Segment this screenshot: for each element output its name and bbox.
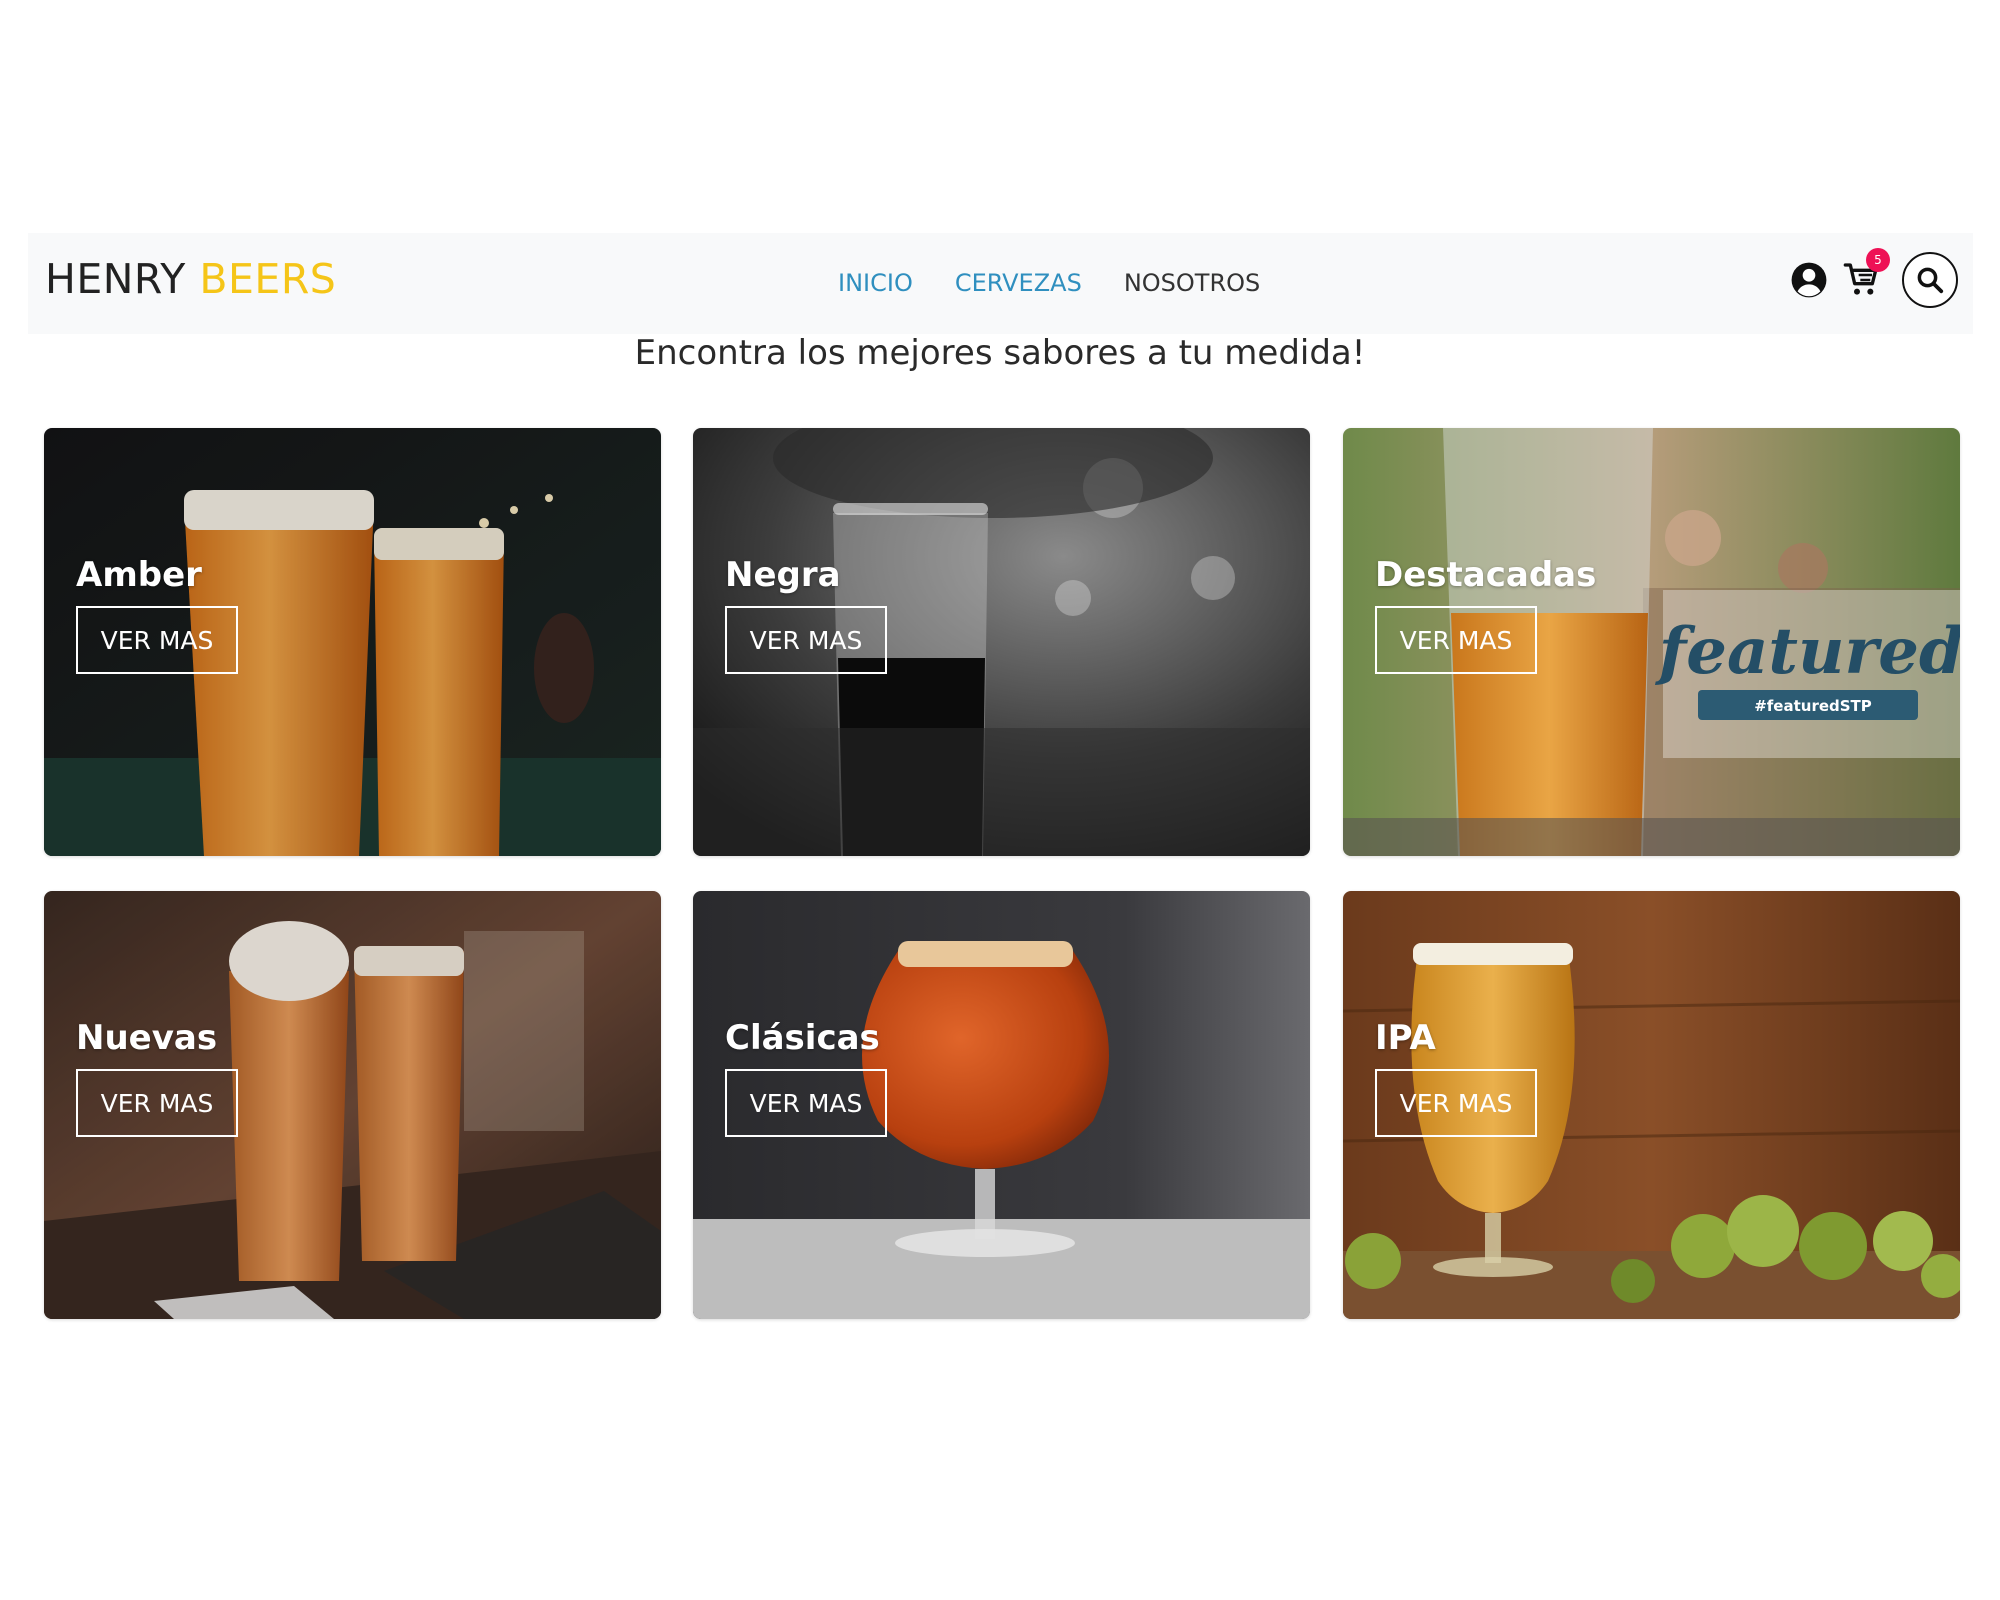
- brand-name-part2: BEERS: [199, 255, 337, 303]
- ver-mas-button-nuevas[interactable]: VER MAS: [76, 1069, 238, 1137]
- brand-name-part1: HENRY: [45, 255, 186, 303]
- cart-button[interactable]: 5: [1842, 248, 1890, 300]
- featured-watermark-subtext: #featuredSTP: [1754, 697, 1872, 715]
- ver-mas-button-ipa[interactable]: VER MAS: [1375, 1069, 1537, 1137]
- ver-mas-button-clasicas[interactable]: VER MAS: [725, 1069, 887, 1137]
- user-circle-icon: [1791, 262, 1827, 298]
- brand-logo[interactable]: HENRY BEERS: [45, 255, 336, 303]
- page-headline: Encontra los mejores sabores a tu medida…: [634, 333, 1366, 373]
- nav-links: INICIO CERVEZAS NOSOTROS: [838, 269, 1260, 297]
- page: HENRY BEERS INICIO CERVEZAS NOSOTROS 5 E…: [0, 0, 2000, 1600]
- nav-icons: 5: [1790, 248, 1958, 308]
- category-card-nuevas[interactable]: Nuevas VER MAS: [44, 891, 661, 1319]
- category-card-ipa[interactable]: IPA VER MAS: [1343, 891, 1960, 1319]
- category-card-destacadas[interactable]: featured: #featuredSTP Destacadas VER MA…: [1343, 428, 1960, 856]
- category-card-clasicas[interactable]: Clásicas VER MAS: [693, 891, 1310, 1319]
- category-title-ipa: IPA: [1375, 1018, 1436, 1058]
- ver-mas-button-negra[interactable]: VER MAS: [725, 606, 887, 674]
- cart-count-badge: 5: [1866, 248, 1890, 272]
- nav-link-inicio[interactable]: INICIO: [838, 269, 913, 297]
- category-card-negra[interactable]: Negra VER MAS: [693, 428, 1310, 856]
- nav-link-nosotros[interactable]: NOSOTROS: [1124, 269, 1260, 297]
- featured-watermark-text: featured:: [1655, 614, 1960, 689]
- category-title-negra: Negra: [725, 555, 841, 595]
- category-card-amber[interactable]: Amber VER MAS: [44, 428, 661, 856]
- ver-mas-button-destacadas[interactable]: VER MAS: [1375, 606, 1537, 674]
- navbar: HENRY BEERS INICIO CERVEZAS NOSOTROS 5: [28, 233, 1973, 334]
- category-title-clasicas: Clásicas: [725, 1018, 880, 1058]
- ver-mas-button-amber[interactable]: VER MAS: [76, 606, 238, 674]
- search-button[interactable]: [1902, 252, 1958, 308]
- nav-link-cervezas[interactable]: CERVEZAS: [955, 269, 1082, 297]
- category-title-nuevas: Nuevas: [76, 1018, 218, 1058]
- category-title-destacadas: Destacadas: [1375, 555, 1597, 595]
- search-icon: [1917, 267, 1944, 294]
- user-button[interactable]: [1790, 261, 1828, 299]
- category-title-amber: Amber: [76, 555, 202, 595]
